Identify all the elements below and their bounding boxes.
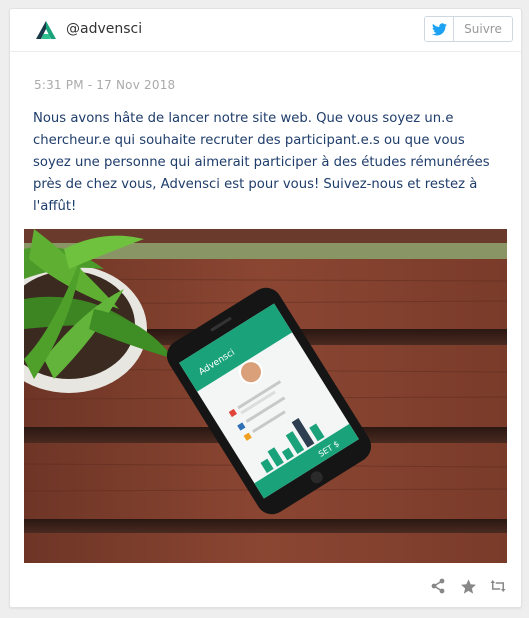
share-button[interactable] [429, 577, 447, 595]
retweet-button[interactable] [489, 577, 507, 595]
tweet-photo[interactable]: Advensci SET $ [24, 229, 507, 563]
tweet-card: @advensci Suivre 5:31 PM - 17 Nov 2018 N… [9, 8, 522, 608]
follow-button[interactable]: Suivre [454, 17, 512, 41]
tweet-header: @advensci Suivre [10, 9, 521, 52]
favorite-button[interactable] [459, 577, 477, 595]
photo-illustration: Advensci SET $ [24, 229, 507, 563]
follow-button-group: Suivre [424, 16, 513, 42]
advensci-logo-icon[interactable] [36, 21, 56, 39]
tweet-text: Nous avons hâte de lancer notre site web… [33, 111, 490, 214]
twitter-bird-icon [431, 22, 447, 35]
tweet-timestamp[interactable]: 5:31 PM - 17 Nov 2018 [34, 78, 175, 92]
share-icon [431, 578, 445, 594]
star-icon [460, 578, 476, 594]
twitter-button[interactable] [425, 17, 454, 41]
tweet-actions [429, 577, 507, 595]
account-handle[interactable]: @advensci [66, 21, 142, 37]
retweet-icon [490, 580, 506, 592]
